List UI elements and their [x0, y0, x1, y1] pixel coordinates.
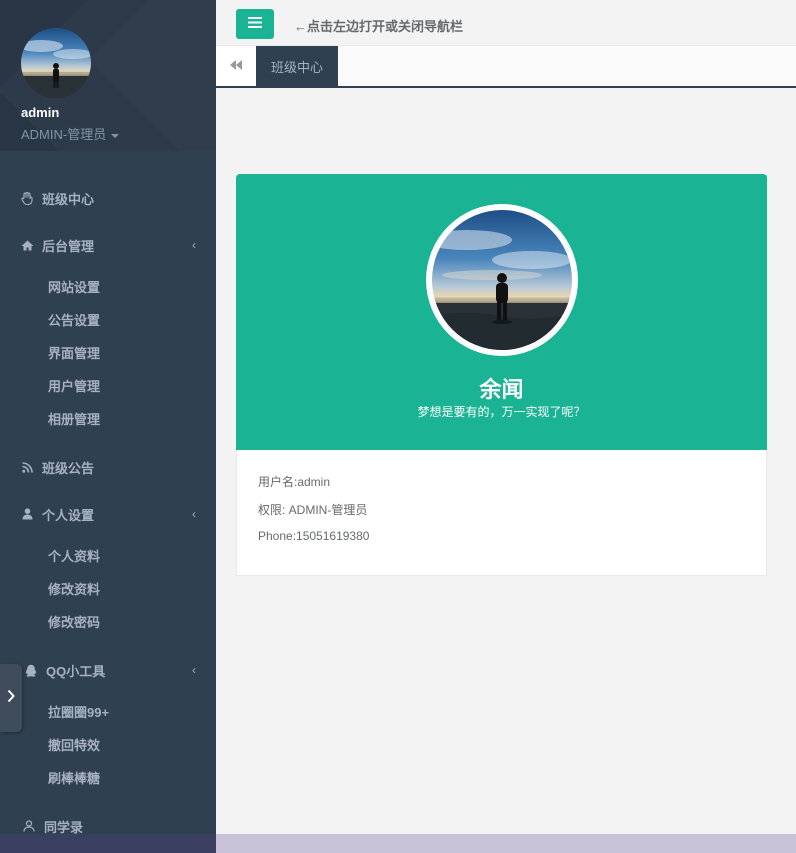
- hand-icon: [20, 191, 34, 205]
- sidebar-item-label: 个人设置: [42, 507, 95, 523]
- menu-toggle-button[interactable]: [236, 9, 274, 39]
- sidebar: admin ADMIN-管理员 班级中心 后台管理 ‹ 网站设置 公告设置 界面…: [0, 0, 216, 853]
- chevron-left-icon: ‹: [192, 663, 196, 677]
- sidebar-footer: [0, 834, 216, 853]
- bottom-strip: [216, 834, 796, 853]
- sidebar-item-class-notice[interactable]: 班级公告: [0, 455, 216, 479]
- sidebar-subitem-user-management[interactable]: 用户管理: [48, 376, 100, 395]
- profile-role: ADMIN-管理员: [21, 127, 107, 142]
- sidebar-item-label: 后台管理: [42, 238, 95, 254]
- sidebar-item-backend[interactable]: 后台管理 ‹: [0, 233, 216, 257]
- sidebar-subitem-notice-settings[interactable]: 公告设置: [48, 310, 100, 329]
- caret-down-icon: [111, 133, 120, 138]
- profile-card-name: 余闻: [479, 377, 524, 403]
- sidebar-subitem-lasso[interactable]: 拉圈圈99+: [48, 702, 109, 721]
- chevron-left-icon: ‹: [192, 238, 196, 252]
- profile-card-header: 余闻 梦想是要有的，万一实现了呢？: [236, 174, 767, 450]
- sidebar-item-qq-tools[interactable]: QQ小工具 ‹: [0, 658, 216, 682]
- tab-bar: 班级中心: [216, 46, 796, 88]
- sidebar-item-personal-settings[interactable]: 个人设置 ‹: [0, 502, 216, 526]
- qq-icon: [24, 663, 38, 677]
- sidebar-subitem-edit-profile[interactable]: 修改资料: [48, 579, 100, 598]
- top-navbar: ←点击左边打开或关闭导航栏: [216, 0, 796, 46]
- hamburger-icon: [248, 15, 262, 33]
- nav-hint-text: ←点击左边打开或关闭导航栏: [294, 19, 464, 34]
- profile-card-avatar: [426, 204, 578, 356]
- rss-icon: [20, 460, 34, 474]
- sidebar-subitem-site-settings[interactable]: 网站设置: [48, 277, 100, 296]
- avatar[interactable]: [21, 28, 91, 98]
- sidebar-subitem-profile[interactable]: 个人资料: [48, 546, 100, 565]
- profile-panel: admin ADMIN-管理员: [0, 0, 216, 151]
- sidebar-item-label: 同学录: [44, 819, 84, 835]
- sidebar-expand-toggle[interactable]: [0, 664, 22, 732]
- permission-text: 权限: ADMIN-管理员: [258, 503, 368, 517]
- double-chevron-left-icon: [230, 57, 242, 75]
- sidebar-subitem-album-management[interactable]: 相册管理: [48, 409, 100, 428]
- sidebar-subitem-lollipop[interactable]: 刷棒棒糖: [48, 768, 100, 787]
- username-text: 用户名:admin: [258, 475, 331, 489]
- sidebar-item-label: QQ小工具: [46, 663, 106, 679]
- profile-card-motto: 梦想是要有的，万一实现了呢？: [417, 405, 586, 419]
- sidebar-subitem-recall-effect[interactable]: 撤回特效: [48, 735, 100, 754]
- home-icon: [20, 238, 34, 252]
- sidebar-item-label: 班级中心: [42, 191, 95, 207]
- tab-scroll-left-button[interactable]: [216, 46, 256, 86]
- sidebar-subitem-ui-management[interactable]: 界面管理: [48, 343, 100, 362]
- sidebar-item-class-center[interactable]: 班级中心: [0, 186, 216, 210]
- profile-name[interactable]: admin: [21, 105, 59, 120]
- sidebar-subitem-change-password[interactable]: 修改密码: [48, 612, 100, 631]
- chevron-right-icon: [7, 689, 15, 708]
- chevron-left-icon: ‹: [192, 507, 196, 521]
- profile-role-dropdown[interactable]: ADMIN-管理员: [21, 124, 120, 143]
- phone-text: Phone:15051619380: [258, 529, 370, 543]
- sidebar-item-label: 班级公告: [42, 460, 95, 476]
- group-icon: [22, 819, 36, 833]
- profile-card-body: 用户名:admin 权限: ADMIN-管理员 Phone:1505161938…: [236, 450, 767, 576]
- user-icon: [20, 507, 34, 521]
- tab-class-center[interactable]: 班级中心: [256, 46, 338, 86]
